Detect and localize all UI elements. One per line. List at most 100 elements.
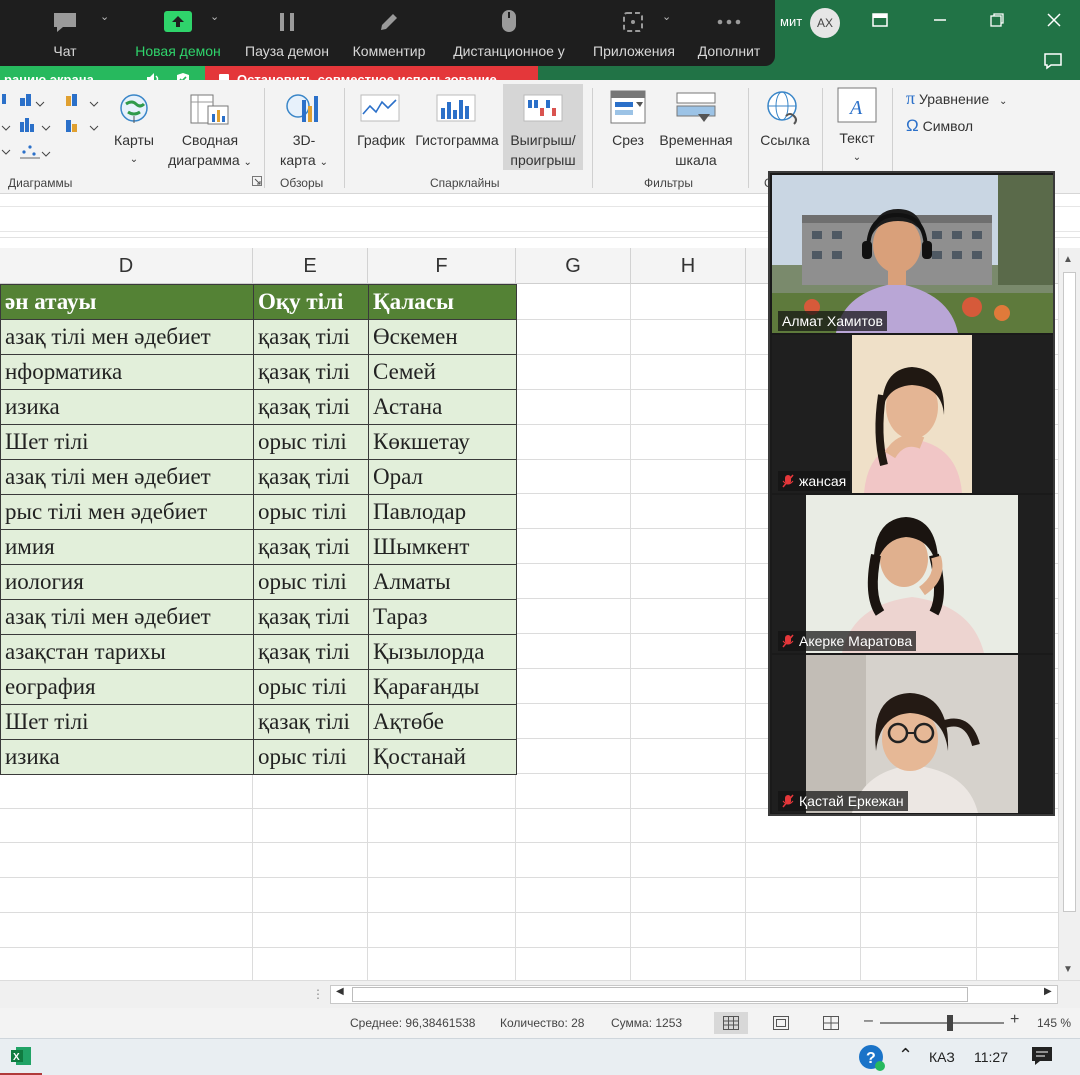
cell-city[interactable]: Астана	[368, 389, 517, 425]
cell-city[interactable]: Ақтөбе	[368, 704, 517, 740]
cell-language[interactable]: қазақ тілі	[253, 319, 369, 355]
ribbon-display-options-icon[interactable]	[860, 6, 900, 34]
chat-caret-icon[interactable]: ⌄	[100, 10, 109, 23]
cell-subject[interactable]: азақстан тарихы	[0, 634, 254, 670]
sparkline-line-button[interactable]: График	[350, 130, 412, 150]
annotate-button[interactable]: Комментир	[344, 0, 434, 66]
pause-share-button[interactable]: Пауза демон	[238, 0, 336, 66]
column-header-f[interactable]: F	[368, 248, 516, 284]
language-indicator[interactable]: КАЗ	[929, 1049, 955, 1065]
cell-language[interactable]: орыс тілі	[253, 564, 369, 600]
column-header-d[interactable]: D	[0, 248, 253, 284]
video-tile-active[interactable]: Қастай Еркежан	[772, 655, 1053, 813]
cell-subject[interactable]: иология	[0, 564, 254, 600]
cell-subject[interactable]: изика	[0, 739, 254, 775]
maps-button[interactable]: Карты ⌄	[108, 130, 160, 170]
more-button[interactable]: Дополнит	[690, 0, 768, 66]
comments-icon[interactable]	[1040, 50, 1066, 72]
cell-subject[interactable]: азақ тілі мен әдебиет	[0, 599, 254, 635]
header-cell-language[interactable]: Оқу тілі	[253, 284, 369, 320]
slicer-button[interactable]: Срез	[602, 130, 654, 150]
pivot-chart-button[interactable]: Сводная диаграмма ⌄	[168, 130, 252, 173]
excel-taskbar-button[interactable]: X	[0, 1039, 42, 1075]
restore-button[interactable]	[977, 6, 1017, 34]
zoom-slider[interactable]	[880, 1022, 1004, 1024]
chart-type-icons[interactable]	[0, 92, 105, 170]
cell-subject[interactable]: изика	[0, 389, 254, 425]
link-button[interactable]: Ссылка	[756, 130, 814, 150]
cell-subject[interactable]: азақ тілі мен әдебиет	[0, 459, 254, 495]
cell-language[interactable]: қазақ тілі	[253, 599, 369, 635]
zoom-video-panel[interactable]: Алмат Хамитов жансая Акерке Маратова Қас…	[768, 171, 1055, 816]
header-cell-subject[interactable]: ән атауы	[0, 284, 254, 320]
clock[interactable]: 11:27	[974, 1049, 1008, 1065]
account-avatar[interactable]: АХ	[810, 8, 840, 38]
page-break-view-button[interactable]	[814, 1012, 848, 1034]
zoom-level[interactable]: 145 %	[1037, 1016, 1071, 1030]
cell-city[interactable]: Көкшетау	[368, 424, 517, 460]
zoom-out-icon[interactable]: –	[864, 1012, 873, 1030]
cell-language[interactable]: қазақ тілі	[253, 354, 369, 390]
cell-language[interactable]: қазақ тілі	[253, 529, 369, 565]
apps-caret-icon[interactable]: ⌄	[662, 10, 671, 23]
cell-city[interactable]: Алматы	[368, 564, 517, 600]
video-tile[interactable]: Акерке Маратова	[772, 495, 1053, 653]
cell-language[interactable]: қазақ тілі	[253, 634, 369, 670]
timeline-button[interactable]: Временная шкала	[652, 130, 740, 170]
cell-subject[interactable]: азақ тілі мен әдебиет	[0, 319, 254, 355]
horizontal-scroll-thumb[interactable]	[352, 987, 968, 1002]
cell-city[interactable]: Павлодар	[368, 494, 517, 530]
cell-city[interactable]: Тараз	[368, 599, 517, 635]
sparkline-winloss-button[interactable]: Выигрыш/ проигрыш	[503, 84, 583, 170]
equation-button[interactable]: π Уравнение ⌄	[906, 88, 1007, 112]
cell-subject[interactable]: имия	[0, 529, 254, 565]
remote-control-button[interactable]: Дистанционное у	[444, 0, 574, 66]
cell-language[interactable]: орыс тілі	[253, 494, 369, 530]
column-header-g[interactable]: G	[516, 248, 631, 284]
cell-city[interactable]: Қостанай	[368, 739, 517, 775]
split-handle-icon[interactable]: ⋮	[312, 987, 324, 1001]
cell-language[interactable]: қазақ тілі	[253, 459, 369, 495]
cell-language[interactable]: орыс тілі	[253, 424, 369, 460]
cell-city[interactable]: Қызылорда	[368, 634, 517, 670]
cell-subject[interactable]: рыс тілі мен әдебиет	[0, 494, 254, 530]
scroll-right-icon[interactable]: ▶	[1044, 986, 1052, 997]
cell-city[interactable]: Өскемен	[368, 319, 517, 355]
scroll-down-icon[interactable]: ▼	[1063, 964, 1073, 975]
video-tile-speaker[interactable]: Алмат Хамитов	[772, 175, 1053, 333]
page-layout-view-button[interactable]	[764, 1012, 798, 1034]
symbol-button[interactable]: Ω Символ	[906, 116, 973, 136]
cell-subject[interactable]: нформатика	[0, 354, 254, 390]
vertical-scrollbar[interactable]: ▲ ▼	[1058, 248, 1080, 980]
scroll-left-icon[interactable]: ◀	[336, 986, 344, 997]
sparkline-column-button[interactable]: Гистограмма	[410, 130, 504, 150]
cell-city[interactable]: Семей	[368, 354, 517, 390]
cell-language[interactable]: қазақ тілі	[253, 704, 369, 740]
cell-city[interactable]: Қарағанды	[368, 669, 517, 705]
cell-city[interactable]: Шымкент	[368, 529, 517, 565]
cell-language[interactable]: орыс тілі	[253, 669, 369, 705]
chat-button[interactable]: Чат	[40, 0, 90, 66]
cell-subject[interactable]: Шет тілі	[0, 424, 254, 460]
zoom-slider-thumb[interactable]	[947, 1015, 953, 1031]
cell-subject[interactable]: еография	[0, 669, 254, 705]
share-caret-icon[interactable]: ⌄	[210, 10, 219, 23]
3d-map-button[interactable]: 3D- карта ⌄	[272, 130, 336, 173]
header-cell-city[interactable]: Қаласы	[368, 284, 517, 320]
vertical-scroll-thumb[interactable]	[1063, 272, 1076, 912]
help-icon[interactable]: ?	[858, 1044, 886, 1072]
cell-subject[interactable]: Шет тілі	[0, 704, 254, 740]
cell-language[interactable]: орыс тілі	[253, 739, 369, 775]
normal-view-button[interactable]	[714, 1012, 748, 1034]
video-tile[interactable]: жансая	[772, 335, 1053, 493]
text-button[interactable]: Текст ⌄	[828, 128, 886, 168]
column-header-h[interactable]: H	[631, 248, 746, 284]
column-header-e[interactable]: E	[253, 248, 368, 284]
show-hidden-icons-icon[interactable]: ⌃	[898, 1045, 913, 1066]
close-button[interactable]	[1034, 6, 1074, 34]
minimize-button[interactable]	[920, 6, 960, 34]
cell-city[interactable]: Орал	[368, 459, 517, 495]
dialog-launcher-icon[interactable]	[252, 176, 262, 186]
cell-language[interactable]: қазақ тілі	[253, 389, 369, 425]
notifications-icon[interactable]	[1030, 1045, 1054, 1067]
